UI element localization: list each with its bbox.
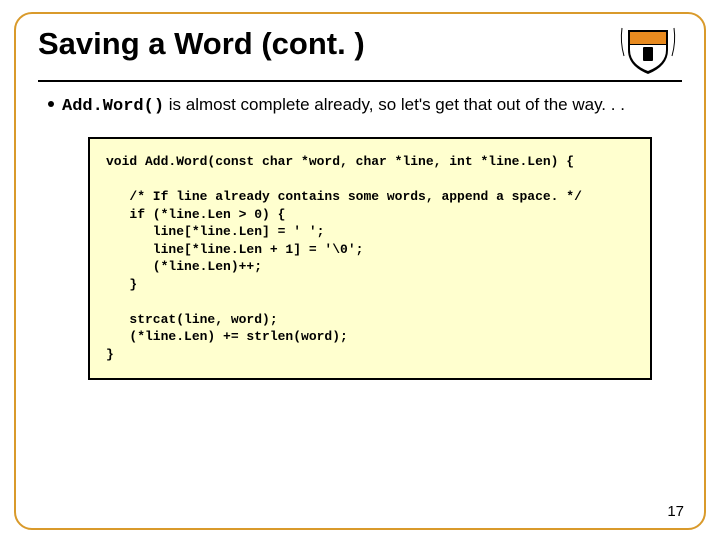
slide-frame: Saving a Word (cont. ) Add.Word() is alm… bbox=[14, 12, 706, 530]
princeton-shield-icon bbox=[614, 22, 682, 78]
bullet-line: Add.Word() is almost complete already, s… bbox=[48, 94, 676, 119]
title-divider bbox=[38, 80, 682, 82]
page-number: 17 bbox=[667, 503, 684, 520]
bullet-code: Add.Word() bbox=[62, 97, 164, 116]
bullet-text: is almost complete already, so let's get… bbox=[164, 95, 625, 114]
header-row: Saving a Word (cont. ) bbox=[38, 22, 682, 78]
slide: Saving a Word (cont. ) Add.Word() is alm… bbox=[0, 0, 720, 540]
code-box: void Add.Word(const char *word, char *li… bbox=[88, 137, 652, 380]
bullet-dot-icon bbox=[48, 101, 54, 107]
page-title: Saving a Word (cont. ) bbox=[38, 26, 365, 62]
